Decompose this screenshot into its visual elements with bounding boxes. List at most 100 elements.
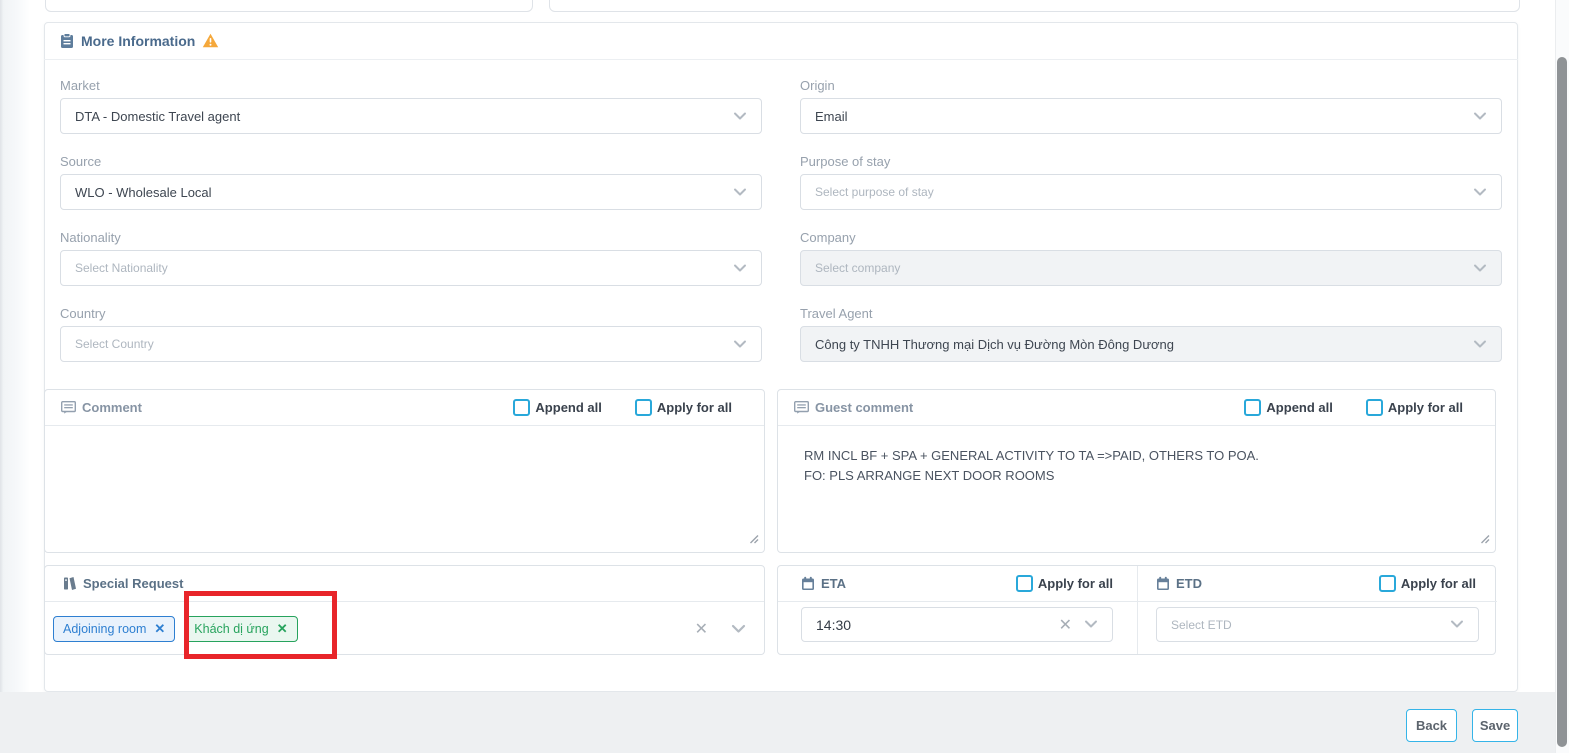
warning-icon xyxy=(202,33,219,48)
company-label: Company xyxy=(800,230,856,245)
eta-apply-all-group: Apply for all xyxy=(1016,575,1113,592)
travel-agent-value: Công ty TNHH Thương mại Dịch vụ Đường Mò… xyxy=(815,337,1174,352)
nationality-placeholder: Select Nationality xyxy=(75,261,168,275)
special-request-panel: Special Request Adjoining room ✕ Khách d… xyxy=(44,565,765,655)
eta-select[interactable]: 14:30 ✕ xyxy=(801,607,1113,642)
comment-title: Comment xyxy=(82,400,142,415)
purpose-of-stay-select[interactable]: Select purpose of stay xyxy=(800,174,1502,210)
special-request-title: Special Request xyxy=(83,576,183,591)
remove-tag-icon[interactable]: ✕ xyxy=(277,621,288,637)
chevron-down-icon xyxy=(733,264,747,273)
market-select[interactable]: DTA - Domestic Travel agent xyxy=(60,98,762,134)
purpose-of-stay-placeholder: Select purpose of stay xyxy=(815,185,934,199)
eta-title: ETA xyxy=(821,576,846,591)
guest-comment-line: RM INCL BF + SPA + GENERAL ACTIVITY TO T… xyxy=(804,446,1469,466)
guest-apply-all-checkbox[interactable] xyxy=(1366,399,1383,416)
book-icon xyxy=(63,576,77,591)
resize-handle-icon[interactable] xyxy=(749,531,759,549)
vertical-scrollbar[interactable] xyxy=(1555,0,1569,753)
etd-apply-all-checkbox[interactable] xyxy=(1379,575,1396,592)
page-left-edge xyxy=(0,0,30,692)
guest-comment-textarea[interactable]: RM INCL BF + SPA + GENERAL ACTIVITY TO T… xyxy=(778,426,1495,553)
etd-apply-all-group: Apply for all xyxy=(1379,575,1476,592)
calendar-icon xyxy=(1156,576,1170,591)
guest-comment-title: Guest comment xyxy=(815,400,913,415)
market-label: Market xyxy=(60,78,100,93)
origin-select[interactable]: Email xyxy=(800,98,1502,134)
travel-agent-select[interactable]: Công ty TNHH Thương mại Dịch vụ Đường Mò… xyxy=(800,326,1502,362)
chevron-down-icon xyxy=(1084,620,1098,629)
guest-append-all-checkbox[interactable] xyxy=(1244,399,1261,416)
guest-comment-panel-header: Guest comment Append all Apply for all xyxy=(778,390,1495,426)
comment-append-all-label: Append all xyxy=(535,400,601,415)
origin-value: Email xyxy=(815,109,848,124)
chevron-down-icon xyxy=(1473,340,1487,349)
source-label: Source xyxy=(60,154,101,169)
tag-label: Adjoining room xyxy=(63,622,146,636)
guest-comment-panel: Guest comment Append all Apply for all R… xyxy=(777,389,1496,553)
cutoff-field-top-middle xyxy=(549,0,1003,12)
back-button[interactable]: Back xyxy=(1406,709,1457,742)
chevron-down-icon xyxy=(733,340,747,349)
eta-apply-all-label: Apply for all xyxy=(1038,576,1113,591)
market-value: DTA - Domestic Travel agent xyxy=(75,109,240,124)
chevron-down-icon xyxy=(1473,112,1487,121)
guest-apply-all-group: Apply for all xyxy=(1366,399,1463,416)
cutoff-field-top-left xyxy=(45,0,533,12)
nationality-select[interactable]: Select Nationality xyxy=(60,250,762,286)
comment-append-all-group: Append all xyxy=(513,399,601,416)
more-information-header: More Information xyxy=(44,22,1518,60)
special-request-select[interactable]: Adjoining room ✕ Khách dị ứng ✕ ✕ xyxy=(45,602,764,655)
scrollbar-thumb[interactable] xyxy=(1557,57,1567,747)
eta-etd-panel: ETA Apply for all 14:30 ✕ ETD Apply for … xyxy=(777,565,1496,655)
comment-textarea[interactable] xyxy=(45,426,764,553)
tag-label: Khách dị ứng xyxy=(194,622,268,636)
source-value: WLO - Wholesale Local xyxy=(75,185,212,200)
company-select[interactable]: Select company xyxy=(800,250,1502,286)
eta-apply-all-checkbox[interactable] xyxy=(1016,575,1033,592)
guest-append-all-label: Append all xyxy=(1266,400,1332,415)
comment-icon xyxy=(794,401,809,414)
save-button[interactable]: Save xyxy=(1472,709,1518,742)
clear-icon[interactable]: ✕ xyxy=(695,619,708,639)
resize-handle-icon[interactable] xyxy=(1480,531,1490,549)
cutoff-field-top-right xyxy=(1002,0,1520,12)
guest-apply-all-label: Apply for all xyxy=(1388,400,1463,415)
purpose-of-stay-label: Purpose of stay xyxy=(800,154,890,169)
special-request-header: Special Request xyxy=(45,566,764,602)
country-select[interactable]: Select Country xyxy=(60,326,762,362)
eta-column: ETA Apply for all 14:30 ✕ xyxy=(778,566,1138,654)
chevron-down-icon[interactable] xyxy=(731,624,746,634)
country-label: Country xyxy=(60,306,106,321)
comment-icon xyxy=(61,401,76,414)
chevron-down-icon xyxy=(733,188,747,197)
comment-append-all-checkbox[interactable] xyxy=(513,399,530,416)
special-request-tag: Khách dị ứng ✕ xyxy=(184,616,297,642)
source-select[interactable]: WLO - Wholesale Local xyxy=(60,174,762,210)
guest-comment-line: FO: PLS ARRANGE NEXT DOOR ROOMS xyxy=(804,466,1469,486)
comment-apply-all-label: Apply for all xyxy=(657,400,732,415)
country-placeholder: Select Country xyxy=(75,337,154,351)
etd-title: ETD xyxy=(1176,576,1202,591)
comment-panel: Comment Append all Apply for all xyxy=(44,389,765,553)
chevron-down-icon xyxy=(733,112,747,121)
nationality-label: Nationality xyxy=(60,230,121,245)
comment-apply-all-group: Apply for all xyxy=(635,399,732,416)
guest-append-all-group: Append all xyxy=(1244,399,1332,416)
chevron-down-icon xyxy=(1473,188,1487,197)
chevron-down-icon xyxy=(1473,264,1487,273)
remove-tag-icon[interactable]: ✕ xyxy=(154,621,165,637)
calendar-icon xyxy=(801,576,815,591)
origin-label: Origin xyxy=(800,78,835,93)
comment-apply-all-checkbox[interactable] xyxy=(635,399,652,416)
travel-agent-label: Travel Agent xyxy=(800,306,873,321)
company-placeholder: Select company xyxy=(815,261,900,275)
eta-value: 14:30 xyxy=(816,617,851,633)
etd-apply-all-label: Apply for all xyxy=(1401,576,1476,591)
clear-icon[interactable]: ✕ xyxy=(1059,615,1072,635)
clipboard-icon xyxy=(60,33,74,49)
etd-select[interactable]: Select ETD xyxy=(1156,607,1479,642)
special-request-tag: Adjoining room ✕ xyxy=(53,616,175,642)
etd-header: ETD Apply for all xyxy=(1138,566,1497,602)
comment-panel-header: Comment Append all Apply for all xyxy=(45,390,764,426)
